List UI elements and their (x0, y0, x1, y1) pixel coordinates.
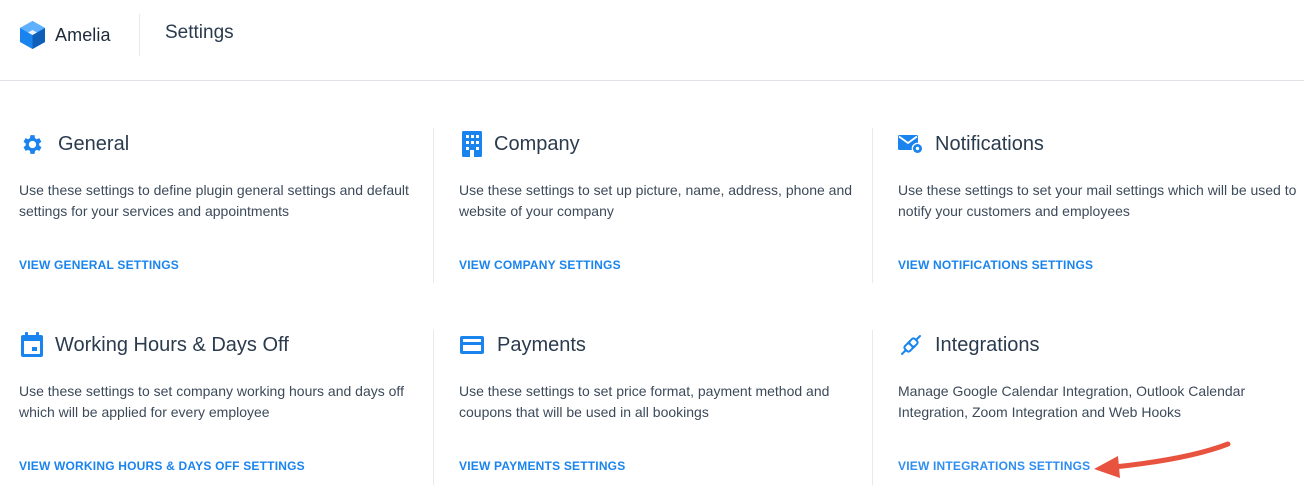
header-divider (139, 14, 140, 56)
view-company-settings-link[interactable]: VIEW COMPANY SETTINGS (459, 258, 621, 272)
view-integrations-settings-link[interactable]: VIEW INTEGRATIONS SETTINGS (898, 459, 1090, 473)
card-description: Manage Google Calendar Integration, Outl… (898, 383, 1246, 420)
card-description: Use these settings to set company workin… (19, 383, 404, 420)
card-title: Company (494, 132, 580, 155)
column-divider (872, 330, 873, 485)
card-title: General (58, 132, 130, 155)
card-title: Payments (497, 333, 586, 356)
card-title: Notifications (935, 132, 1044, 155)
view-working-hours-settings-link[interactable]: VIEW WORKING HOURS & DAYS OFF SETTINGS (19, 459, 305, 473)
card-description: Use these settings to set price format, … (459, 383, 830, 420)
brand[interactable]: Amelia (19, 19, 111, 51)
view-general-settings-link[interactable]: VIEW GENERAL SETTINGS (19, 258, 179, 272)
annotation-arrow-icon (1094, 441, 1231, 478)
page-title: Settings (165, 22, 234, 43)
card-description: Use these settings to set your mail sett… (898, 182, 1297, 219)
plug-icon (898, 332, 924, 358)
view-payments-settings-link[interactable]: VIEW PAYMENTS SETTINGS (459, 459, 625, 473)
column-divider (872, 128, 873, 283)
column-divider (433, 330, 434, 485)
card-header: Payments (459, 330, 586, 360)
top-bar: Amelia Settings (0, 0, 1304, 81)
card-description: Use these settings to define plugin gene… (19, 182, 409, 219)
calendar-icon (19, 332, 45, 358)
view-notifications-settings-link[interactable]: VIEW NOTIFICATIONS SETTINGS (898, 258, 1093, 272)
card-header: General (19, 129, 129, 159)
card-header: Notifications (898, 129, 1044, 159)
app-name: Amelia (55, 24, 111, 45)
card-title: Integrations (935, 333, 1040, 356)
card-header: Company (459, 129, 580, 159)
credit-card-icon (459, 332, 485, 358)
envelope-gear-icon (898, 131, 924, 157)
card-title: Working Hours & Days Off (55, 333, 289, 356)
card-header: Working Hours & Days Off (19, 330, 289, 360)
building-icon (459, 131, 485, 157)
amelia-logo-icon (20, 21, 45, 49)
column-divider (433, 128, 434, 283)
card-header: Integrations (898, 330, 1040, 360)
card-description: Use these settings to set up picture, na… (459, 182, 853, 219)
gear-icon (19, 131, 45, 157)
